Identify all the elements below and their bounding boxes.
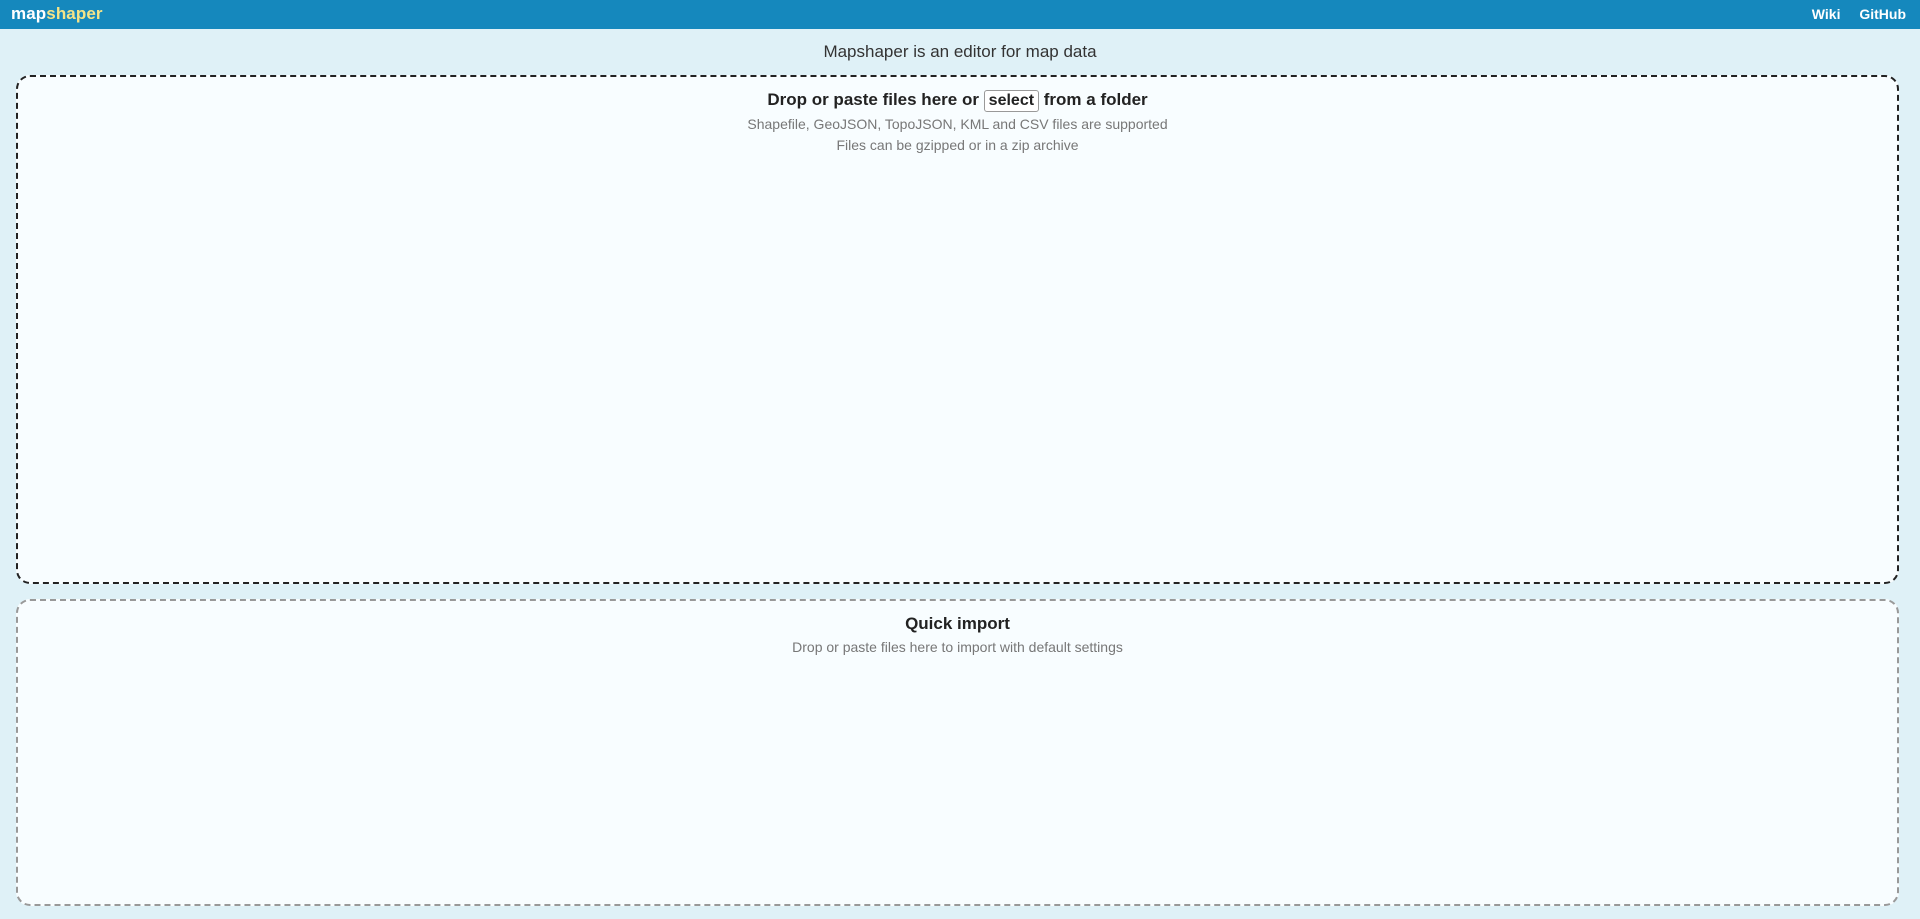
logo-text-map: map	[11, 4, 47, 23]
archive-note: Files can be gzipped or in a zip archive	[836, 137, 1079, 153]
logo-text-shaper: shaper	[46, 4, 103, 23]
quick-import-note: Drop or paste files here to import with …	[792, 639, 1123, 655]
header-links: Wiki GitHub	[1797, 6, 1906, 22]
quick-import-title: Quick import	[905, 614, 1010, 633]
supported-formats-note: Shapefile, GeoJSON, TopoJSON, KML and CS…	[747, 116, 1168, 132]
file-drop-zone[interactable]: Drop or paste files here or select from …	[16, 75, 1899, 584]
drop-zone-text-before: Drop or paste files here or	[767, 90, 984, 109]
select-files-button[interactable]: select	[983, 90, 1040, 112]
intro-heading: Mapshaper is an editor for map data	[823, 42, 1097, 61]
mapshaper-logo[interactable]: mapshaper	[11, 4, 103, 24]
drop-zone-title: Drop or paste files here or select from …	[18, 89, 1897, 112]
top-bar: mapshaper Wiki GitHub	[0, 0, 1920, 29]
quick-import-zone[interactable]: Quick import Drop or paste files here to…	[16, 599, 1899, 906]
drop-zone-text-after: from a folder	[1039, 90, 1148, 109]
github-link[interactable]: GitHub	[1859, 6, 1906, 22]
wiki-link[interactable]: Wiki	[1812, 6, 1841, 22]
